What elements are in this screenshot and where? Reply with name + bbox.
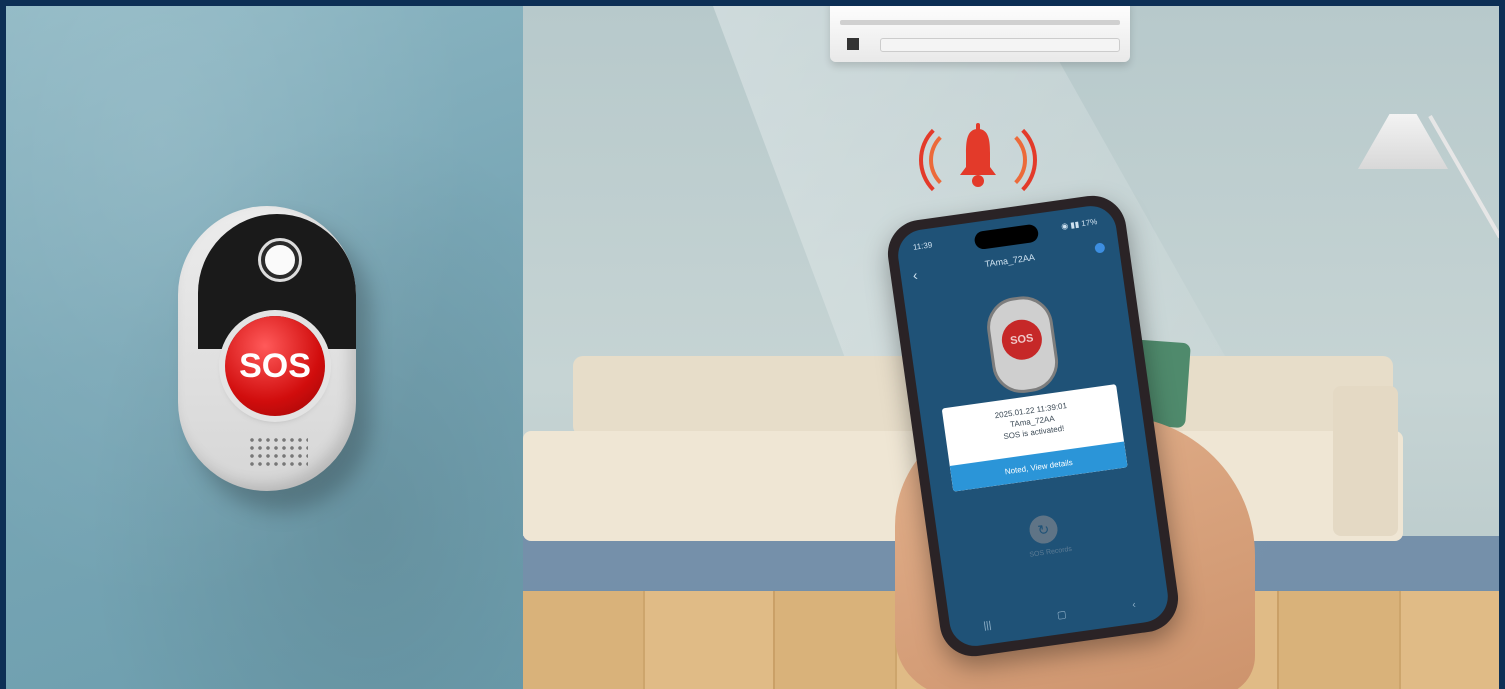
sos-alert-dialog: 2025.01.22 11:39:01 TAma_72AA SOS is act… bbox=[941, 384, 1128, 492]
back-icon[interactable]: ‹ bbox=[1132, 600, 1138, 616]
sofa-arm bbox=[1333, 386, 1398, 536]
status-time: 11:39 bbox=[912, 240, 933, 252]
phone-screen: 11:39 ◉ ▮▮ 17% ‹ TAma_72AA SOS 2025.01.2… bbox=[894, 202, 1172, 650]
app-sos-button[interactable]: SOS bbox=[999, 317, 1045, 363]
image-frame: SOS 11:39 ◉ ▮▮ 17% ‹ TAma_72AA SOS 2025.… bbox=[0, 0, 1505, 689]
air-conditioner bbox=[830, 6, 1130, 62]
recents-icon[interactable]: ||| bbox=[983, 620, 993, 637]
lamp-arm bbox=[1428, 115, 1499, 239]
app-device-image: SOS bbox=[983, 292, 1062, 397]
ac-vent bbox=[840, 20, 1120, 25]
app-title: TAma_72AA bbox=[984, 252, 1036, 270]
speaker-grille bbox=[248, 436, 308, 470]
wall-panel: SOS bbox=[6, 6, 523, 689]
home-icon[interactable]: ▢ bbox=[1056, 609, 1068, 626]
ac-slot bbox=[880, 38, 1120, 52]
device-indicator-light bbox=[261, 241, 299, 279]
sos-button[interactable]: SOS bbox=[225, 316, 325, 416]
status-icons: ◉ ▮▮ 17% bbox=[1060, 217, 1098, 232]
history-icon[interactable]: ↻ bbox=[1027, 513, 1060, 546]
bell-icon bbox=[960, 123, 996, 187]
ac-logo bbox=[847, 38, 859, 50]
sos-device: SOS bbox=[178, 206, 356, 491]
alarm-bell-icon bbox=[919, 106, 1037, 206]
view-details-button[interactable]: Noted, View details bbox=[949, 441, 1128, 492]
room-scene: 11:39 ◉ ▮▮ 17% ‹ TAma_72AA SOS 2025.01.2… bbox=[523, 6, 1499, 689]
